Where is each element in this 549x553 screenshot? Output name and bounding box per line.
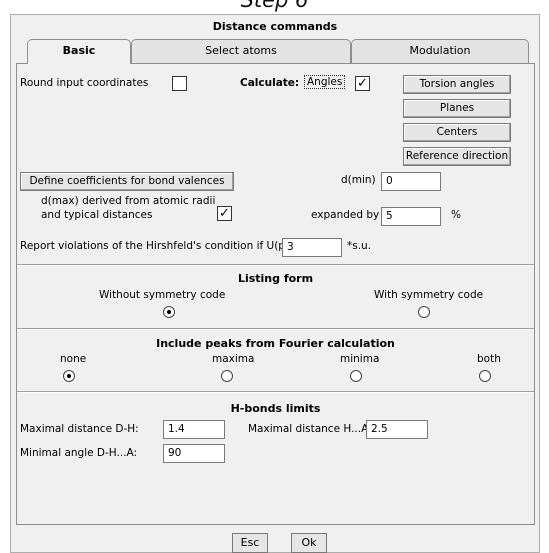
expanded-by-label: expanded by — [311, 209, 380, 221]
bond-valences-button[interactable]: Define coefficients for bond valences — [20, 172, 234, 191]
torsion-angles-button[interactable]: Torsion angles — [403, 75, 511, 94]
dialog-title: Distance commands — [212, 20, 338, 33]
separator — [17, 328, 534, 330]
angles-checkbox[interactable]: ✓ — [355, 76, 370, 91]
maxdist-ha-input[interactable]: 2.5 — [366, 420, 428, 439]
angles-label: Angles — [304, 75, 346, 89]
hirshfeld-input[interactable]: 3 — [282, 238, 342, 257]
listing-form-title: Listing form — [237, 272, 314, 285]
dmax-label-line1: d(max) derived from atomic radii — [41, 195, 216, 207]
peaks-both-label: both — [477, 353, 501, 365]
dmin-label: d(min) — [341, 174, 376, 186]
planes-button[interactable]: Planes — [403, 99, 511, 118]
separator — [17, 391, 534, 393]
tab-basic[interactable]: Basic — [27, 39, 131, 64]
min-angle-label: Minimal angle D-H...A: — [20, 447, 138, 459]
round-coordinates-label: Round input coordinates — [20, 77, 149, 89]
with-symmetry-radio[interactable] — [418, 306, 430, 318]
hirshfeld-unit: *s.u. — [347, 240, 372, 252]
dmax-checkbox[interactable]: ✓ — [217, 206, 232, 221]
step-caption: Step 6 — [240, 0, 309, 12]
hirshfeld-label: Report violations of the Hirshfeld's con… — [20, 240, 315, 252]
centers-button[interactable]: Centers — [403, 123, 511, 142]
dmax-label-line2: and typical distances — [41, 209, 153, 221]
without-symmetry-label: Without symmetry code — [99, 289, 226, 301]
esc-button[interactable]: Esc — [232, 533, 268, 553]
peaks-none-label: none — [60, 353, 87, 365]
peaks-maxima-radio[interactable] — [221, 370, 233, 382]
dmin-input[interactable]: 0 — [381, 172, 441, 191]
tab-select-atoms[interactable]: Select atoms — [131, 39, 351, 63]
expanded-by-input[interactable]: 5 — [381, 207, 441, 226]
without-symmetry-radio[interactable] — [163, 306, 175, 318]
peaks-both-radio[interactable] — [479, 370, 491, 382]
basic-panel: Round input coordinates Calculate: Angle… — [16, 63, 535, 525]
tab-modulation[interactable]: Modulation — [351, 39, 529, 63]
maxdist-dh-label: Maximal distance D-H: — [20, 423, 139, 435]
peaks-minima-label: minima — [340, 353, 380, 365]
check-icon: ✓ — [357, 76, 368, 91]
separator — [17, 264, 534, 266]
expanded-unit: % — [451, 209, 461, 221]
with-symmetry-label: With symmetry code — [374, 289, 484, 301]
distance-commands-dialog: Distance commands Basic Select atoms Mod… — [10, 14, 540, 553]
calculate-label: Calculate: — [240, 77, 300, 89]
round-coordinates-checkbox[interactable] — [172, 76, 187, 91]
maxdist-dh-input[interactable]: 1.4 — [163, 420, 225, 439]
peaks-maxima-label: maxima — [212, 353, 255, 365]
peaks-minima-radio[interactable] — [350, 370, 362, 382]
check-icon: ✓ — [219, 206, 230, 221]
reference-direction-button[interactable]: Reference direction — [403, 147, 511, 166]
ok-button[interactable]: Ok — [291, 533, 327, 553]
min-angle-input[interactable]: 90 — [163, 444, 225, 463]
radio-selected-dot — [167, 310, 171, 314]
peaks-none-radio[interactable] — [63, 370, 75, 382]
maxdist-ha-label: Maximal distance H...A: — [248, 423, 372, 435]
radio-selected-dot — [67, 374, 71, 378]
peaks-title: Include peaks from Fourier calculation — [156, 337, 395, 350]
hbonds-title: H-bonds limits — [230, 402, 321, 415]
